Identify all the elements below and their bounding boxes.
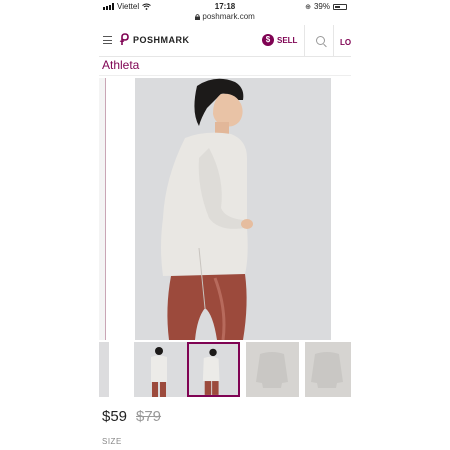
thumbnail-selected[interactable] — [187, 342, 240, 397]
listing-price: $59 — [102, 408, 128, 425]
sell-button[interactable]: $ SELL — [262, 34, 297, 46]
logo-text: POSHMARK — [133, 34, 190, 45]
thumbnail-strip — [99, 342, 351, 397]
battery-percent: 39% — [313, 2, 330, 11]
sell-dollar-icon: $ — [262, 34, 274, 46]
brand-link[interactable]: Athleta — [102, 58, 139, 72]
original-price: $79 — [136, 408, 162, 425]
status-right: ⊕ 39% — [305, 2, 347, 11]
thumbnail-photo — [134, 342, 187, 397]
header-divider — [333, 25, 334, 57]
thumbnail[interactable] — [305, 342, 351, 397]
product-main-image[interactable] — [135, 78, 331, 340]
search-icon[interactable] — [316, 36, 325, 45]
battery-icon — [333, 3, 347, 10]
product-photo — [135, 78, 331, 340]
sell-label: SELL — [277, 35, 298, 45]
site-header: POSHMARK $ SELL LO — [99, 25, 351, 57]
brand-divider — [99, 75, 351, 76]
phone-screen: Viettel 17:18 poshmark.com ⊕ 39% POSHMAR… — [99, 0, 351, 450]
url-bar[interactable]: poshmark.com — [99, 12, 351, 21]
thumbnail[interactable] — [246, 342, 299, 397]
size-label: SIZE — [102, 437, 122, 446]
poshmark-logo[interactable]: POSHMARK — [119, 33, 190, 46]
header-divider — [304, 25, 305, 57]
hamburger-menu-icon[interactable] — [103, 36, 112, 44]
poshmark-logo-icon — [119, 33, 129, 45]
previous-image-peek[interactable] — [99, 78, 106, 340]
lock-icon — [195, 14, 201, 20]
status-bar: Viettel 17:18 poshmark.com ⊕ 39% — [99, 0, 351, 24]
thumbnail-photo — [305, 342, 351, 397]
thumbnail-photo — [246, 342, 299, 397]
thumbnail[interactable] — [134, 342, 187, 397]
rotation-lock-icon: ⊕ — [305, 3, 311, 11]
thumbnail-partial[interactable] — [99, 342, 109, 397]
thumbnail-photo — [189, 344, 238, 395]
url-text: poshmark.com — [202, 12, 255, 21]
login-button[interactable]: LO — [340, 38, 351, 47]
